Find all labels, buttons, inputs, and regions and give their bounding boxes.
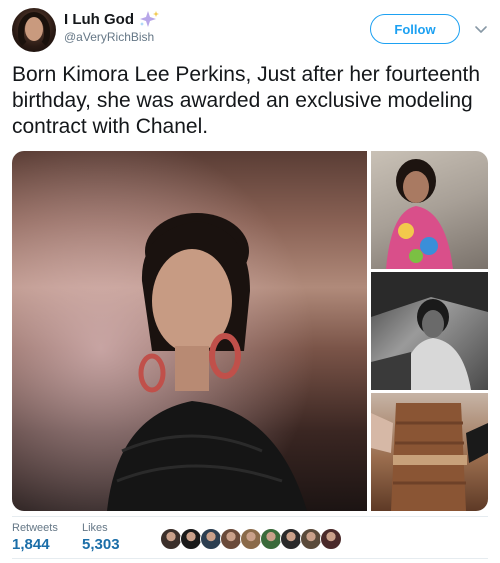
stats-divider-bottom xyxy=(12,558,488,559)
retweets-stat[interactable]: Retweets 1,844 xyxy=(12,522,58,553)
liker-avatar[interactable] xyxy=(160,528,182,550)
stats-divider-top xyxy=(12,516,488,517)
follow-button[interactable]: Follow xyxy=(370,14,460,44)
author-handle[interactable]: @aVeryRichBish xyxy=(64,30,154,44)
tweet-card: I Luh God @aVeryRichBish Follow Born Kim… xyxy=(0,0,500,563)
retweets-label: Retweets xyxy=(12,522,58,534)
liker-avatar[interactable] xyxy=(280,528,302,550)
retweets-count: 1,844 xyxy=(12,536,50,553)
sparkles-icon xyxy=(139,11,159,27)
photo-main[interactable] xyxy=(12,151,367,511)
liker-avatars xyxy=(160,528,342,550)
author-display-name[interactable]: I Luh God xyxy=(64,11,134,28)
liker-avatar[interactable] xyxy=(260,528,282,550)
media-grid xyxy=(12,151,488,511)
photo-bottom-right-illustration xyxy=(371,403,488,511)
liker-avatar[interactable] xyxy=(180,528,202,550)
photo-main-illustration xyxy=(12,151,367,511)
liker-avatar[interactable] xyxy=(300,528,322,550)
liker-avatar[interactable] xyxy=(240,528,262,550)
tweet-text: Born Kimora Lee Perkins, Just after her … xyxy=(12,63,481,138)
photo-bottom-right[interactable] xyxy=(371,393,488,511)
photo-top-right[interactable] xyxy=(371,151,488,269)
liker-avatar[interactable] xyxy=(220,528,242,550)
photo-middle-right[interactable] xyxy=(371,272,488,390)
author-avatar[interactable] xyxy=(12,8,56,52)
liker-avatar[interactable] xyxy=(320,528,342,550)
chevron-down-icon[interactable] xyxy=(474,22,488,36)
likes-label: Likes xyxy=(82,522,108,534)
author-name-row: I Luh God xyxy=(64,10,160,28)
avatar-face xyxy=(25,17,43,41)
likes-stat[interactable]: Likes 5,303 xyxy=(82,522,120,553)
photo-middle-right-illustration xyxy=(371,272,488,390)
photo-top-right-illustration xyxy=(386,159,453,269)
liker-avatar[interactable] xyxy=(200,528,222,550)
likes-count: 5,303 xyxy=(82,536,120,553)
